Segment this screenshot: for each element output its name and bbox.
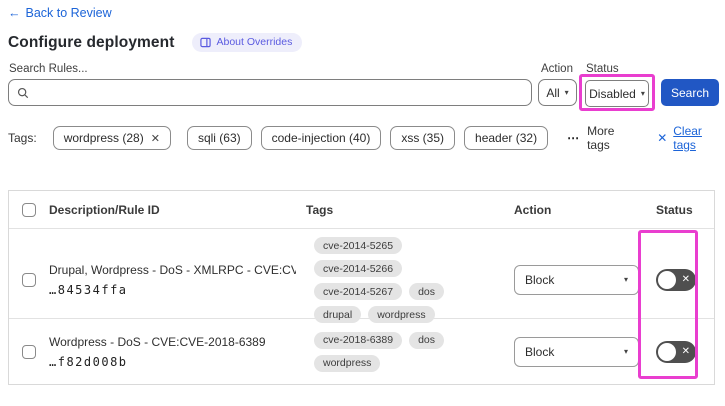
- search-button[interactable]: Search: [661, 79, 719, 106]
- status-toggle[interactable]: ✕: [656, 269, 696, 291]
- tag-chip-wordpress[interactable]: wordpress (28) ✕: [52, 126, 171, 150]
- about-overrides-badge[interactable]: About Overrides: [192, 33, 303, 52]
- tag-pill: drupal: [314, 306, 362, 323]
- table-header-row: Description/Rule ID Tags Action Status: [9, 191, 714, 229]
- search-icon: [17, 87, 29, 98]
- tag-pill: cve-2014-5265: [314, 237, 403, 254]
- tag-pill: dos: [409, 331, 444, 349]
- search-rules-label: Search Rules...: [9, 63, 88, 75]
- caret-down-icon: ▾: [564, 87, 569, 97]
- select-all-checkbox[interactable]: [22, 202, 36, 217]
- table-row: Drupal, Wordpress - DoS - XMLRPC - CVE:C…: [9, 229, 714, 323]
- rule-description: Drupal, Wordpress - DoS - XMLRPC - CVE:C…: [49, 263, 296, 277]
- status-toggle[interactable]: ✕: [656, 340, 696, 363]
- column-header-description: Description/Rule ID: [49, 202, 160, 217]
- tags-bar: Tags: wordpress (28) ✕ sqli (63) code-in…: [8, 124, 720, 275]
- back-arrow-icon: ←: [8, 6, 21, 20]
- action-select[interactable]: Block ▾: [514, 336, 639, 367]
- action-select-value: Block: [525, 273, 555, 287]
- tag-pill: wordpress: [368, 306, 435, 323]
- caret-down-icon: ▾: [640, 88, 645, 98]
- row-checkbox[interactable]: [22, 273, 36, 287]
- tags-label: Tags:: [8, 131, 37, 145]
- rules-table: Description/Rule ID Tags Action Status D…: [8, 190, 715, 385]
- table-row: Wordpress - DoS - CVE:CVE-2018-6389 …f82…: [9, 319, 714, 384]
- clear-icon: ✕: [657, 131, 668, 145]
- rule-id: …f82d008b: [49, 354, 128, 369]
- toggle-knob: [658, 342, 676, 361]
- action-dropdown[interactable]: All ▾: [538, 79, 577, 106]
- book-icon: [200, 37, 212, 47]
- remove-tag-icon[interactable]: ✕: [151, 132, 160, 145]
- rule-description: Wordpress - DoS - CVE:CVE-2018-6389: [49, 334, 266, 349]
- row-checkbox[interactable]: [22, 344, 36, 359]
- toggle-off-x-icon: ✕: [681, 274, 690, 285]
- back-link-label: Back to Review: [25, 6, 112, 20]
- rule-tags: cve-2018-6389 dos wordpress: [306, 324, 506, 380]
- column-header-status: Status: [656, 202, 693, 217]
- page-title-row: Configure deployment About Overrides: [8, 33, 303, 52]
- more-tags-button[interactable]: ⋯ More tags: [567, 124, 632, 152]
- rule-id: …84534ffa: [49, 283, 128, 297]
- page-title: Configure deployment: [8, 33, 175, 51]
- rule-tags: cve-2014-5265 cve-2014-5266 cve-2014-526…: [306, 229, 506, 331]
- more-tags-label: More tags: [587, 124, 615, 152]
- tag-pill: cve-2014-5267: [314, 283, 403, 300]
- toggle-off-x-icon: ✕: [681, 345, 690, 357]
- status-dropdown-value: Disabled: [589, 86, 636, 101]
- tag-pill: cve-2014-5266: [314, 260, 403, 277]
- ellipsis-icon: ⋯: [567, 131, 581, 145]
- tag-chip-code-injection[interactable]: code-injection (40): [260, 126, 382, 150]
- tag-chip-wordpress-label: wordpress (28): [63, 131, 144, 145]
- configure-deployment-page: ← Back to Review Configure deployment Ab…: [0, 0, 725, 406]
- back-to-review-link[interactable]: ← Back to Review: [8, 6, 112, 20]
- tag-chip-xss[interactable]: xss (35): [390, 126, 456, 150]
- caret-down-icon: ▾: [623, 346, 628, 356]
- status-dropdown[interactable]: Disabled ▾: [585, 80, 649, 107]
- action-select-value: Block: [525, 344, 555, 359]
- clear-tags-label: Clear tags: [673, 124, 702, 152]
- caret-down-icon: ▾: [623, 275, 628, 284]
- tag-chip-header[interactable]: header (32): [464, 126, 549, 150]
- toggle-knob: [658, 271, 676, 289]
- column-header-tags: Tags: [306, 202, 334, 217]
- column-header-action: Action: [514, 202, 552, 217]
- action-dropdown-value: All: [546, 85, 560, 100]
- tag-pill: cve-2018-6389: [314, 331, 403, 349]
- about-overrides-label: About Overrides: [216, 36, 293, 48]
- status-label: Status: [586, 63, 619, 75]
- clear-tags-button[interactable]: ✕ Clear tags: [657, 124, 720, 152]
- action-select[interactable]: Block ▾: [514, 265, 639, 295]
- search-rules-input[interactable]: [35, 85, 523, 100]
- search-rules-field[interactable]: [8, 79, 532, 106]
- action-label: Action: [541, 63, 573, 75]
- tag-pill: wordpress: [314, 354, 381, 372]
- tag-chip-sqli[interactable]: sqli (63): [186, 126, 252, 150]
- tag-pill: dos: [409, 283, 444, 300]
